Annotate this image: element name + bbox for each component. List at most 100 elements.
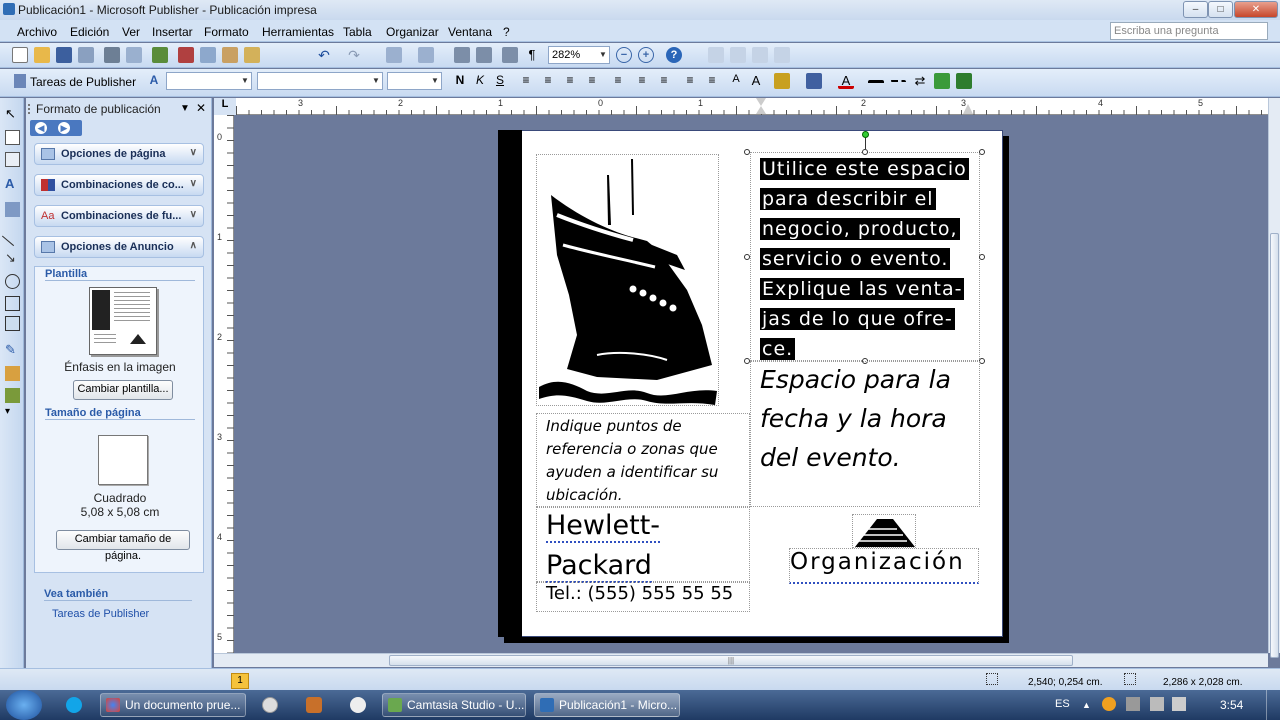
decrease-font-icon[interactable]: A bbox=[728, 73, 744, 89]
undo-icon[interactable]: ↶ bbox=[316, 47, 332, 63]
style-combo[interactable]: ▼ bbox=[166, 72, 252, 90]
zoom-out-icon[interactable]: − bbox=[616, 47, 632, 63]
zoom-object-icon[interactable] bbox=[476, 47, 492, 63]
app-icon[interactable] bbox=[306, 697, 322, 713]
align-center-icon[interactable]: ≡ bbox=[540, 73, 556, 89]
change-page-size-button[interactable]: Cambiar tamaño de página. bbox=[56, 530, 190, 562]
pane-dropdown-icon[interactable]: ▼ bbox=[180, 103, 190, 114]
line-spacing-icon[interactable]: ≡ bbox=[610, 73, 626, 89]
menu-herramientas[interactable]: Herramientas bbox=[262, 25, 334, 39]
menu-ventana[interactable]: Ventana bbox=[448, 25, 492, 39]
volume-icon[interactable] bbox=[1172, 697, 1186, 711]
menu-ver[interactable]: Ver bbox=[122, 25, 140, 39]
increase-font-icon[interactable]: A bbox=[748, 73, 764, 89]
print-icon[interactable] bbox=[104, 47, 120, 63]
ship-picture-frame[interactable] bbox=[536, 154, 719, 406]
bring-front-icon[interactable] bbox=[386, 47, 402, 63]
app-icon[interactable] bbox=[262, 697, 278, 713]
italic-icon[interactable]: K bbox=[472, 73, 488, 89]
hotspot-icon[interactable]: ✎ bbox=[5, 342, 20, 357]
spelling-icon[interactable] bbox=[152, 47, 168, 63]
oval-tool-icon[interactable] bbox=[5, 274, 20, 289]
back-icon[interactable]: ◀ bbox=[35, 122, 47, 134]
align-right-icon[interactable]: ≡ bbox=[562, 73, 578, 89]
save-icon[interactable] bbox=[56, 47, 72, 63]
menu-formato[interactable]: Formato bbox=[204, 25, 249, 39]
bold-icon[interactable]: N bbox=[452, 73, 468, 89]
tray-icon[interactable] bbox=[1102, 697, 1116, 711]
shadow-style-icon[interactable] bbox=[934, 73, 950, 89]
text-box-icon[interactable] bbox=[5, 130, 20, 145]
new-icon[interactable] bbox=[12, 47, 28, 63]
styles-icon[interactable]: A bbox=[146, 73, 162, 89]
menu-archivo[interactable]: Archivo bbox=[17, 25, 57, 39]
rectangle-tool-icon[interactable] bbox=[5, 296, 20, 311]
justify-icon[interactable]: ≡ bbox=[584, 73, 600, 89]
skype-icon[interactable] bbox=[66, 697, 82, 713]
change-template-button[interactable]: Cambiar plantilla... bbox=[73, 380, 173, 400]
decrease-indent-icon[interactable]: ≡ bbox=[682, 73, 698, 89]
description-text[interactable]: Utilice este espacio para describir el n… bbox=[760, 154, 975, 364]
redo-icon[interactable]: ↷ bbox=[346, 47, 362, 63]
columns-icon[interactable] bbox=[502, 47, 518, 63]
insert-table-tool-icon[interactable] bbox=[5, 152, 20, 167]
company-text[interactable]: Hewlett- Packard bbox=[546, 506, 746, 586]
underline-icon[interactable]: S bbox=[492, 73, 508, 89]
task-publisher[interactable]: Publicación1 - Micro... bbox=[534, 693, 680, 717]
font-combo[interactable]: ▼ bbox=[257, 72, 383, 90]
pilcrow-icon[interactable]: ¶ bbox=[524, 47, 540, 63]
autoshapes-icon[interactable] bbox=[5, 316, 20, 331]
paste-icon[interactable] bbox=[222, 47, 238, 63]
section-ad-options[interactable]: Opciones de Anuncio ∧ bbox=[34, 236, 204, 258]
publisher-tasks-link[interactable]: Tareas de Publisher bbox=[52, 608, 149, 620]
insert-table-icon[interactable] bbox=[454, 47, 470, 63]
maximize-button[interactable]: □ bbox=[1208, 1, 1233, 18]
section-font-schemes[interactable]: Aa Combinaciones de fu... ∨ bbox=[34, 205, 204, 227]
open-icon[interactable] bbox=[34, 47, 50, 63]
language-indicator[interactable]: ES bbox=[1055, 698, 1070, 710]
format-painter-icon[interactable] bbox=[244, 47, 260, 63]
increase-indent-icon[interactable]: ≡ bbox=[704, 73, 720, 89]
minimize-button[interactable]: – bbox=[1183, 1, 1208, 18]
resize-handle[interactable] bbox=[862, 149, 868, 155]
page-size-thumbnail[interactable] bbox=[98, 435, 148, 485]
horizontal-scrollbar[interactable]: ||| bbox=[214, 653, 1268, 667]
print-preview-icon[interactable] bbox=[126, 47, 142, 63]
design-gallery-icon[interactable] bbox=[5, 366, 20, 381]
permission-icon[interactable] bbox=[78, 47, 94, 63]
arrow-style-icon[interactable]: ⇄ bbox=[912, 73, 928, 89]
more-tools-icon[interactable]: ▾ bbox=[5, 406, 20, 421]
horizontal-scroll-thumb[interactable]: ||| bbox=[389, 655, 1073, 666]
connect-text-icon[interactable] bbox=[774, 47, 790, 63]
ask-question-input[interactable]: Escriba una pregunta bbox=[1110, 22, 1268, 40]
vertical-scroll-thumb[interactable] bbox=[1270, 233, 1279, 658]
app-icon[interactable] bbox=[350, 697, 366, 713]
rotate-icon[interactable] bbox=[418, 47, 434, 63]
organization-text[interactable]: Organización bbox=[790, 549, 965, 575]
numbering-icon[interactable]: ≡ bbox=[634, 73, 650, 89]
menu-tabla[interactable]: Tabla bbox=[343, 25, 372, 39]
picture-frame-icon[interactable] bbox=[5, 202, 20, 217]
start-orb[interactable] bbox=[6, 690, 42, 720]
font-color-icon[interactable]: A bbox=[838, 73, 854, 89]
zoom-combo[interactable]: 282% ▼ bbox=[548, 46, 610, 64]
copy-icon[interactable] bbox=[200, 47, 216, 63]
ruler-corner[interactable]: L bbox=[214, 98, 236, 115]
resize-handle[interactable] bbox=[979, 149, 985, 155]
cut-icon[interactable] bbox=[178, 47, 194, 63]
line-tool-icon[interactable] bbox=[1, 224, 24, 247]
menu-help[interactable]: ? bbox=[503, 25, 510, 39]
resize-handle[interactable] bbox=[979, 254, 985, 260]
fill-color-icon[interactable] bbox=[774, 73, 790, 89]
task-camtasia[interactable]: Camtasia Studio - U... bbox=[382, 693, 526, 717]
line-style-icon[interactable] bbox=[868, 80, 884, 86]
unlink-icon[interactable] bbox=[730, 47, 746, 63]
menu-edicion[interactable]: Edición bbox=[70, 25, 109, 39]
task-browser[interactable]: Un documento prue... bbox=[100, 693, 246, 717]
tray-icon[interactable] bbox=[1126, 697, 1140, 711]
show-desktop-button[interactable] bbox=[1266, 690, 1280, 720]
resize-handle[interactable] bbox=[744, 254, 750, 260]
text-box-link-icon[interactable] bbox=[752, 47, 768, 63]
rotate-handle[interactable] bbox=[862, 131, 869, 138]
3d-style-icon[interactable] bbox=[956, 73, 972, 89]
